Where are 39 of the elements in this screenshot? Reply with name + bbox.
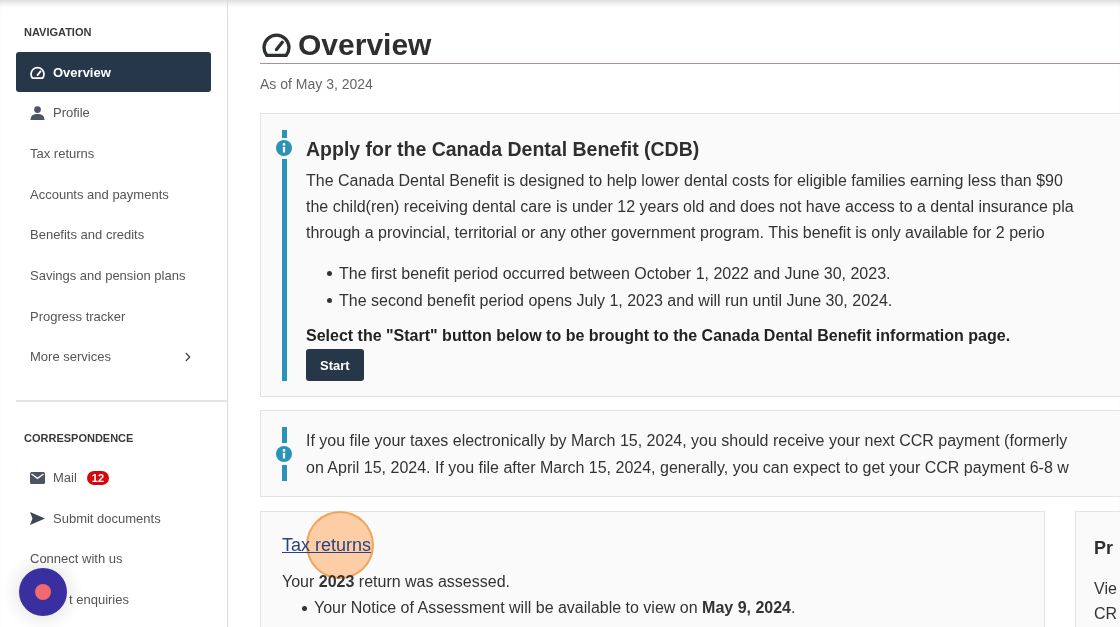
notice-title: Apply for the Canada Dental Benefit (CDB): [306, 137, 700, 162]
sidebar-item[interactable]: Accounts and payments: [16, 174, 211, 215]
gauge-icon: [262, 30, 291, 59]
bullet-text: The first benefit period occurred between October 1, 2022 and June 30, 2023.: [339, 264, 891, 284]
sidebar-item[interactable]: t enquiries: [16, 579, 211, 620]
send-icon: [30, 511, 45, 525]
sidebar-item[interactable]: Benefits and credits: [16, 214, 211, 255]
count-badge: 12: [86, 470, 110, 485]
sidebar-item[interactable]: Profile: [16, 92, 211, 133]
bullet-text: Your Notice of Assessment will be available to view on May 9, 2024.: [314, 598, 796, 618]
date-text: As of May 3, 2024: [260, 75, 373, 94]
sidebar-item[interactable]: Connect with us: [16, 538, 211, 579]
envelope-icon: [30, 471, 45, 484]
start-button[interactable]: Start: [306, 349, 364, 381]
sidebar-item[interactable]: Overview: [16, 52, 211, 92]
bullet-icon: [327, 298, 332, 303]
notice-paragraph: If you file your taxes electronically by March 15, 2024, you should receive your next CCR payment (formerly on April 15, 2024. If you file after March 15, 2024, generally, you can expect to get your CCR payment 6-8 w: [306, 431, 1069, 478]
notice-paragraph: The Canada Dental Benefit is designed to help lower dental costs for eligible families earning less than $90 the child(ren) receiving dental care is under 12 years old and does not have access to a dental insurance pla through a provincial, territorial or any other government program. This benefit is only available for 2 perio: [306, 171, 1074, 243]
record-button[interactable]: [19, 568, 67, 616]
sidebar-item[interactable]: Savings and pension plans: [16, 255, 211, 296]
sidebar-item[interactable]: Mail 12: [16, 457, 211, 498]
page-title: Overview: [298, 27, 432, 63]
sidebar-item[interactable]: Progress tracker: [16, 296, 211, 337]
gauge-icon: [30, 64, 45, 80]
card-title: Pr: [1094, 537, 1113, 560]
card-text: Your 2023 return was assessed.: [282, 572, 510, 592]
card-text: CR: [1094, 604, 1118, 624]
sidebar-item[interactable]: Tax returns: [16, 133, 211, 174]
record-dot-icon: [35, 584, 51, 600]
sidebar-item[interactable]: Submit documents: [16, 498, 211, 539]
section-heading: NAVIGATION: [23, 25, 92, 40]
person-icon: [30, 105, 45, 120]
instruction-text: Select the "Start" button below to be brought to the Canada Dental Benefit information page.: [306, 326, 1011, 346]
bullet-text: The second benefit period opens July 1, 2023 and will run until June 30, 2024.: [339, 291, 893, 311]
card-text: Vie: [1094, 579, 1117, 599]
sidebar-item[interactable]: More services: [16, 336, 211, 377]
bullet-icon: [302, 605, 307, 611]
section-heading: CORRESPONDENCE: [23, 430, 134, 446]
bullet-icon: [327, 271, 332, 276]
